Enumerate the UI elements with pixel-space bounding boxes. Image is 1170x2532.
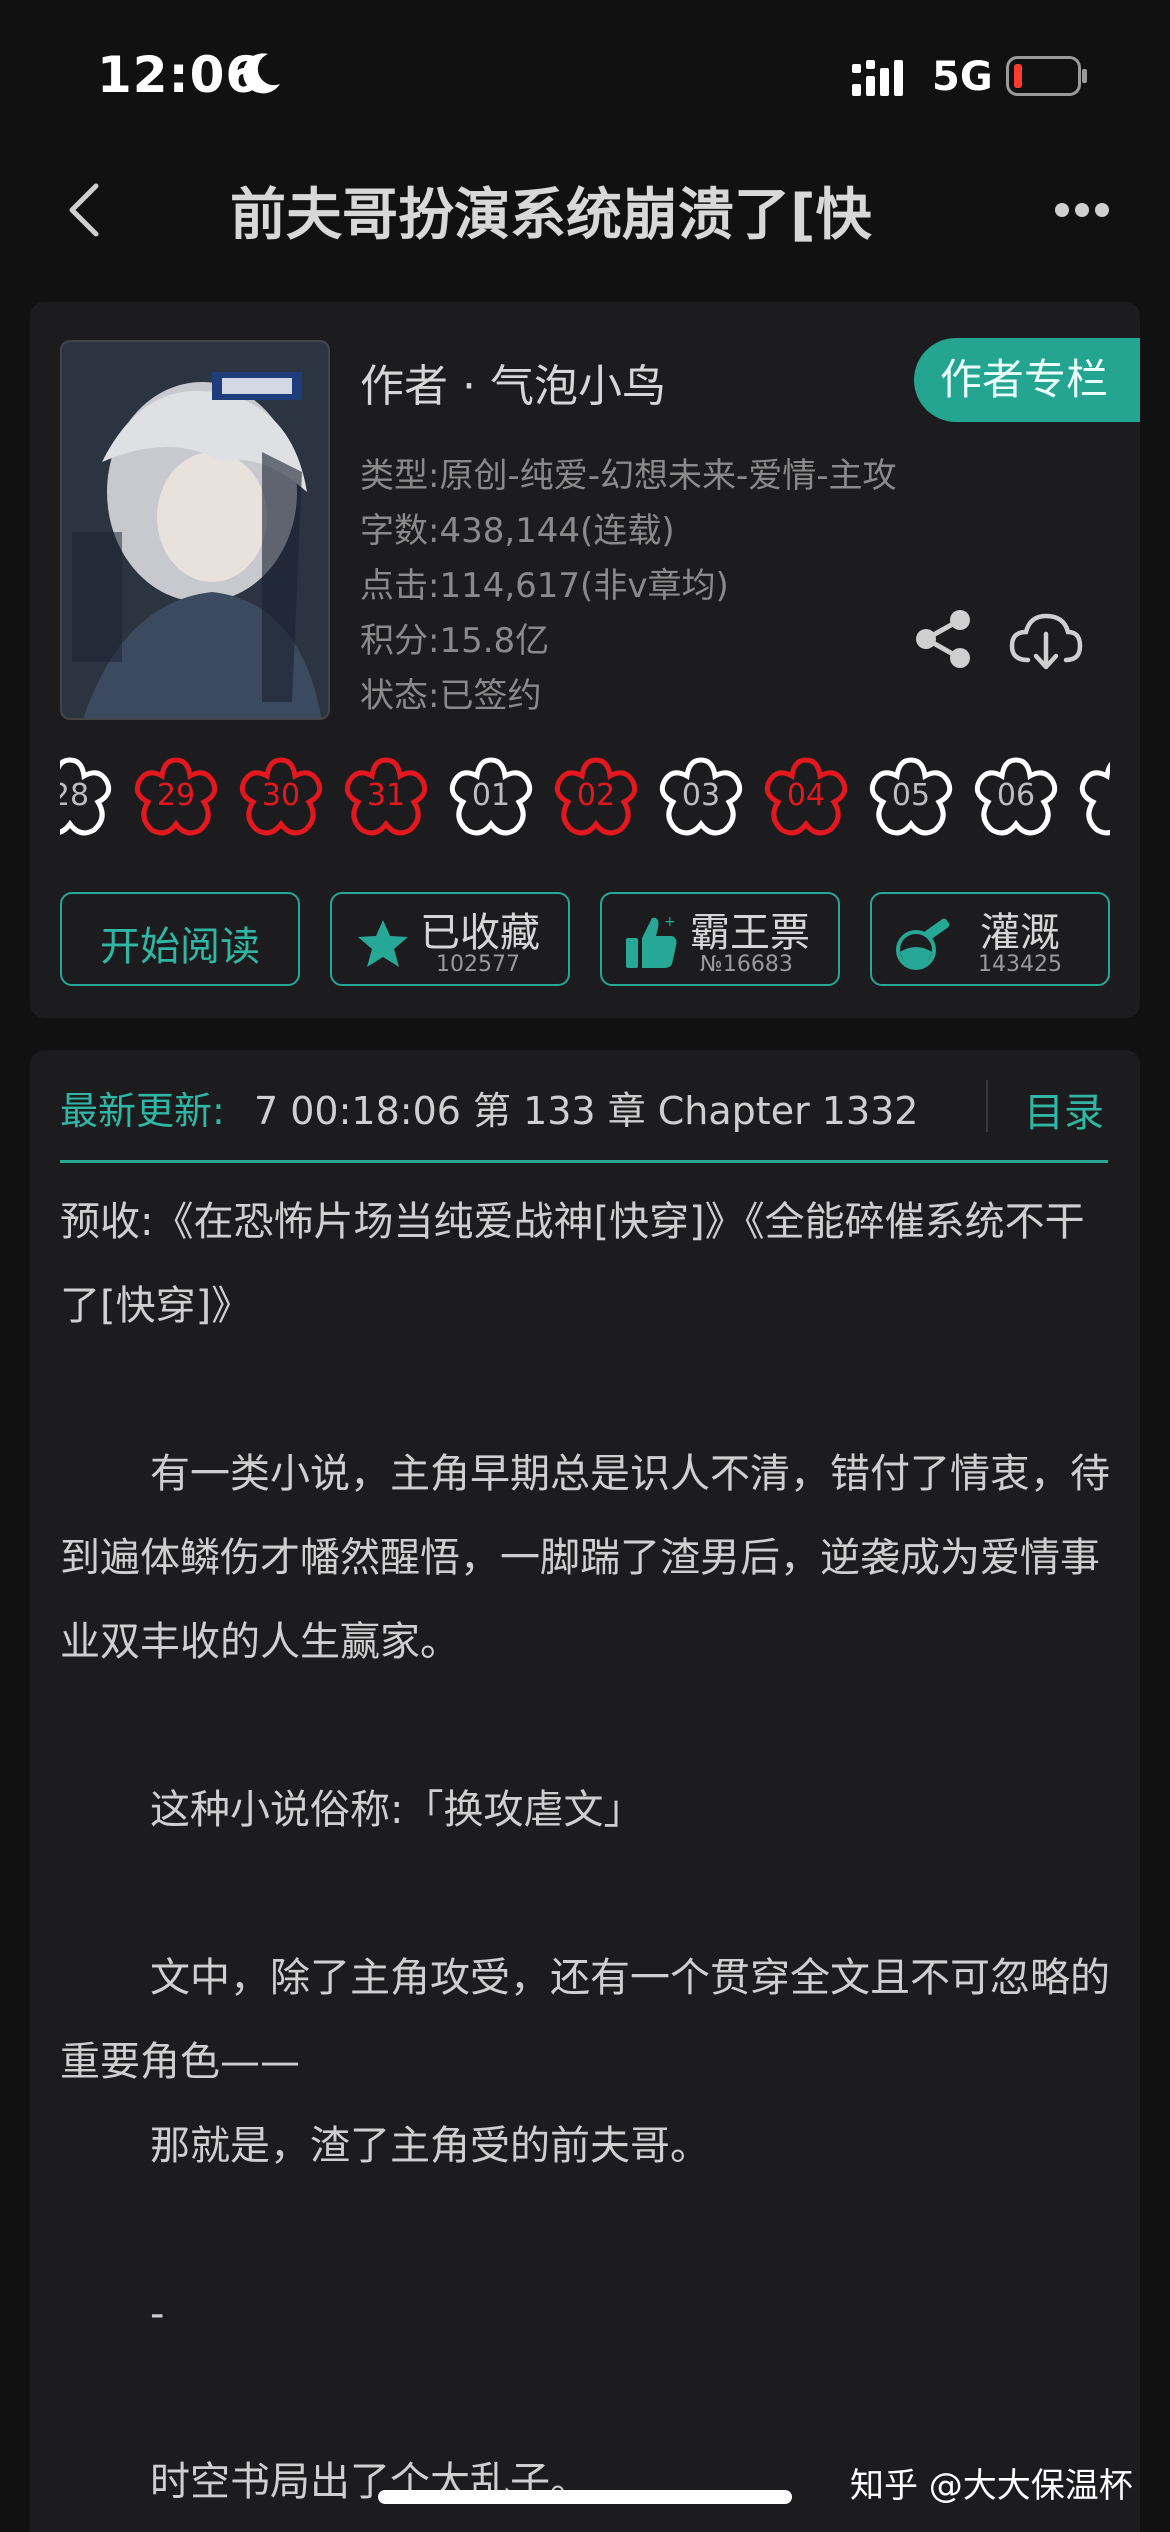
status-bar: 12:06 5G: [0, 0, 1170, 150]
signal-icon: [852, 60, 903, 96]
flower-badge[interactable]: 04: [760, 752, 852, 844]
meta-score: 积分:15.8亿: [360, 621, 550, 661]
flower-badge[interactable]: 03: [655, 752, 747, 844]
description-paragraph: 那就是，渣了主角受的前夫哥。: [150, 2123, 710, 2169]
flower-badge[interactable]: 05: [865, 752, 957, 844]
flower-label: 28: [60, 778, 90, 813]
flower-label: 06: [996, 778, 1036, 813]
book-info-card: 作者 · 气泡小鸟 作者专栏 类型:原创-纯爱-幻想未来-爱情-主攻 字数:43…: [30, 302, 1140, 1018]
flower-badge-partial[interactable]: [1075, 752, 1110, 844]
author-name[interactable]: 作者 · 气泡小鸟: [360, 350, 666, 414]
cloud-download-icon[interactable]: [1008, 610, 1084, 672]
watermark: 知乎 @大大保温杯: [850, 2466, 1133, 2506]
chevron-left-icon[interactable]: [58, 178, 118, 242]
collected-count: 102577: [436, 952, 520, 977]
start-reading-label: 开始阅读: [100, 924, 260, 970]
cover-illustration: [62, 342, 328, 718]
flower-label: 01: [471, 778, 511, 813]
flower-badge[interactable]: 01: [445, 752, 537, 844]
flower-label: 03: [681, 778, 721, 813]
bawang-ticket-button[interactable]: + 霸王票 №16683: [600, 892, 840, 986]
flower-label: 04: [786, 778, 826, 813]
description-paragraph: 这种小说俗称:「换攻虐文」: [150, 1787, 644, 1833]
network-type: 5G: [932, 54, 993, 100]
nav-bar: 前夫哥扮演系统崩溃了[快: [0, 160, 1170, 260]
latest-update-text[interactable]: 7 00:18:06 第 133 章 Chapter 1332: [254, 1080, 918, 1135]
flower-label: 02: [576, 778, 616, 813]
meta-word-count: 字数:438,144(连载): [360, 511, 675, 551]
table-of-contents-link[interactable]: 目录: [1024, 1080, 1104, 1138]
svg-text:+: +: [664, 914, 676, 930]
flower-label: 05: [891, 778, 931, 813]
collected-label: 已收藏: [420, 910, 540, 956]
page-title: 前夫哥扮演系统崩溃了[快: [230, 183, 872, 248]
flower-badge[interactable]: 31: [340, 752, 432, 844]
flower-badge[interactable]: 29: [130, 752, 222, 844]
irrigate-label: 灌溉: [980, 910, 1060, 956]
book-description-card: 最新更新: 7 00:18:06 第 133 章 Chapter 1332 目录…: [30, 1050, 1140, 2532]
share-icon[interactable]: [910, 606, 976, 672]
flower-label: 30: [261, 778, 301, 813]
flower-badge[interactable]: 06: [970, 752, 1062, 844]
description-paragraph: 有一类小说，主角早期总是识人不清，错付了情衷，待到遍体鳞伤才幡然醒悟，一脚踹了渣…: [60, 1451, 1110, 1665]
flower-badge[interactable]: 30: [235, 752, 327, 844]
status-time: 12:06: [97, 46, 262, 104]
meta-genre: 类型:原创-纯爱-幻想未来-爱情-主攻: [360, 456, 897, 496]
home-indicator[interactable]: [378, 2490, 792, 2504]
description-paragraph: 文中，除了主角攻受，还有一个贯穿全文且不可忽略的重要角色——: [60, 1955, 1110, 2085]
flower-badge[interactable]: 28: [60, 752, 116, 844]
meta-status: 状态:已签约: [360, 676, 542, 716]
accent-divider: [60, 1160, 1108, 1163]
bawang-label: 霸王票: [690, 910, 810, 956]
battery-icon: [1006, 56, 1087, 96]
latest-update-label: 最新更新:: [60, 1089, 225, 1133]
collected-button[interactable]: 已收藏 102577: [330, 892, 570, 986]
more-dots-icon[interactable]: [1054, 200, 1110, 220]
flower-label: 29: [156, 778, 196, 813]
irrigate-count: 143425: [978, 952, 1062, 977]
irrigate-button[interactable]: 灌溉 143425: [870, 892, 1110, 986]
divider: [986, 1080, 988, 1132]
description-paragraph: -: [150, 2291, 165, 2337]
flower-badge[interactable]: 02: [550, 752, 642, 844]
author-column-button[interactable]: 作者专栏: [914, 338, 1140, 422]
preorder-text: 预收:《在恐怖片场当纯爱战神[快穿]》《全能碎催系统不干了[快穿]》: [60, 1199, 1085, 1329]
start-reading-button[interactable]: 开始阅读: [60, 892, 300, 986]
bawang-count: №16683: [700, 952, 793, 977]
flower-label: 31: [366, 778, 406, 813]
thumbs-up-icon: +: [626, 914, 677, 968]
nutrient-flask-icon: [896, 918, 950, 970]
meta-clicks: 点击:114,617(非v章均): [360, 566, 729, 606]
flower-calendar: 28 29 30 31 01 02 03 04 05 06: [60, 752, 1110, 847]
moon-icon: [243, 53, 280, 94]
book-cover-image[interactable]: [60, 340, 330, 720]
star-icon: [358, 920, 408, 967]
